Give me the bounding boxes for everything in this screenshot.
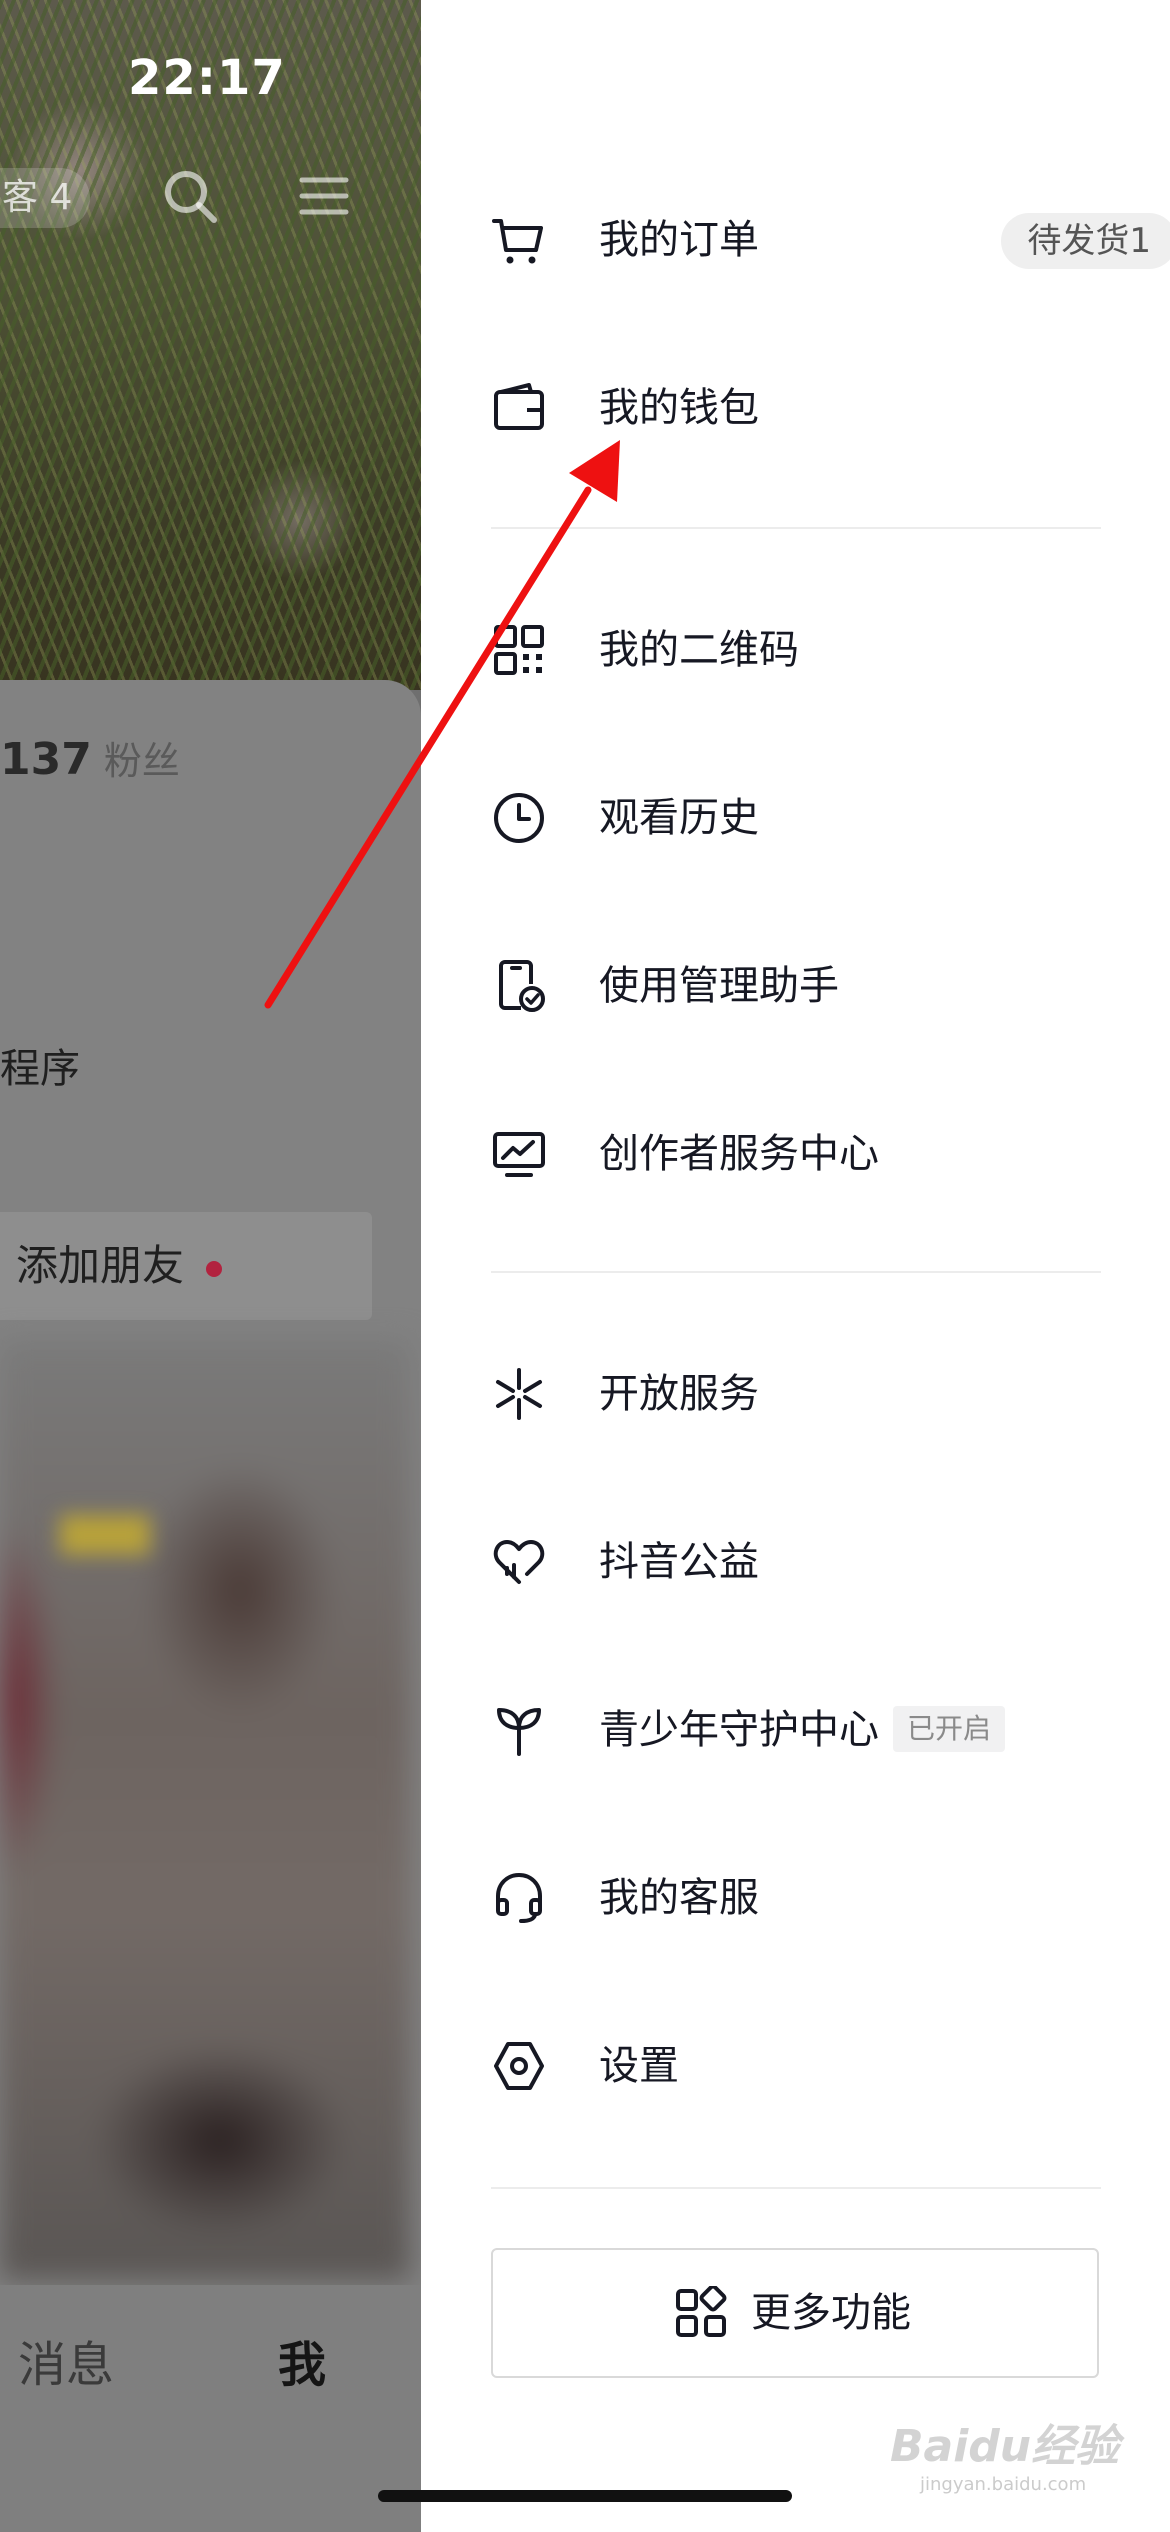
menu-item-watch-history[interactable]: 观看历史 bbox=[491, 768, 1111, 868]
grid-apps-icon bbox=[676, 2286, 727, 2337]
menu-item-label: 我的订单 bbox=[599, 217, 759, 263]
more-features-label: 更多功能 bbox=[751, 2290, 911, 2336]
section-divider bbox=[491, 2187, 1101, 2189]
tab-me[interactable]: 我 bbox=[278, 2325, 326, 2395]
menu-item-label: 使用管理助手 bbox=[599, 963, 839, 1009]
youth-protection-label: 青少年守护中心 bbox=[599, 1707, 879, 1753]
heart-icon bbox=[493, 1540, 545, 1584]
menu-item-label: 青少年守护中心 已开启 bbox=[599, 1680, 1006, 1780]
menu-item-label: 我的客服 bbox=[599, 1875, 759, 1921]
add-friend-label: 添加朋友 bbox=[16, 1241, 185, 1290]
status-bar-time: 22:17 bbox=[128, 50, 286, 106]
blurred-video-grid bbox=[0, 1340, 410, 2280]
menu-item-customer-service[interactable]: 我的客服 bbox=[491, 1848, 1111, 1948]
watermark-sub: jingyan.baidu.com bbox=[920, 2474, 1087, 2495]
menu-item-label: 我的二维码 bbox=[599, 627, 799, 673]
menu-item-label: 观看历史 bbox=[599, 795, 759, 841]
phone-check-icon bbox=[499, 960, 545, 1012]
blurred-thumbnail-accent bbox=[60, 1515, 150, 1555]
more-features-button[interactable]: 更多功能 bbox=[491, 2248, 1099, 2378]
menu-item-my-qrcode[interactable]: 我的二维码 bbox=[491, 600, 1111, 700]
menu-item-creator-center[interactable]: 创作者服务中心 bbox=[491, 1104, 1111, 1204]
enabled-badge: 已开启 bbox=[893, 1706, 1006, 1752]
menu-icon[interactable] bbox=[298, 170, 350, 222]
menu-item-my-wallet[interactable]: 我的钱包 bbox=[491, 358, 1111, 458]
notification-dot bbox=[206, 1260, 223, 1277]
pending-shipment-badge: 待发货1 bbox=[1001, 213, 1170, 269]
followers-count: 137 bbox=[0, 734, 92, 785]
monitor-chart-icon bbox=[493, 1132, 545, 1177]
watermark-text: Baidu经验 bbox=[890, 2421, 1120, 2472]
section-divider bbox=[491, 527, 1101, 529]
menu-item-open-services[interactable]: 开放服务 bbox=[491, 1344, 1111, 1444]
bottom-tab-bar bbox=[0, 2285, 421, 2532]
headset-icon bbox=[496, 1872, 542, 1923]
followers-stat[interactable]: 137 粉丝 bbox=[0, 730, 180, 785]
clock-icon bbox=[494, 793, 544, 843]
cart-icon bbox=[492, 219, 543, 264]
tab-messages[interactable]: 消息 bbox=[18, 2325, 114, 2395]
followers-label: 粉丝 bbox=[103, 739, 180, 783]
menu-item-my-orders[interactable]: 我的订单 待发货1 bbox=[491, 190, 1170, 290]
baidu-watermark: Baidu经验 jingyan.baidu.com bbox=[890, 2410, 1119, 2495]
add-friend-button[interactable]: 添加朋友 bbox=[0, 1212, 372, 1320]
section-divider bbox=[491, 1271, 1101, 1273]
menu-item-usage-manager[interactable]: 使用管理助手 bbox=[491, 936, 1111, 1036]
menu-item-label: 创作者服务中心 bbox=[599, 1131, 879, 1177]
sprout-icon bbox=[497, 1708, 541, 1756]
visitor-count-pill[interactable]: 客 4 bbox=[0, 168, 90, 228]
search-icon[interactable] bbox=[160, 166, 220, 226]
menu-item-douyin-charity[interactable]: 抖音公益 bbox=[491, 1512, 1111, 1612]
side-drawer-menu: 我的订单 待发货1 我的钱包 我的二维码 观看历史 使用管理助手 创作者服务中心… bbox=[421, 0, 1170, 2532]
home-indicator[interactable] bbox=[378, 2490, 792, 2502]
menu-item-label: 抖音公益 bbox=[599, 1539, 759, 1585]
hexagon-nut-icon bbox=[494, 2042, 544, 2090]
mini-program-entry[interactable]: 程序 bbox=[0, 1036, 80, 1094]
menu-item-label: 我的钱包 bbox=[599, 385, 759, 431]
spark-icon bbox=[496, 1368, 542, 1420]
menu-item-label: 开放服务 bbox=[599, 1371, 759, 1417]
background-profile-page: 22:17 客 4 137 粉丝 程序 添加朋友 消息 我 bbox=[0, 0, 421, 2532]
wallet-icon bbox=[494, 383, 544, 430]
menu-item-youth-protection[interactable]: 青少年守护中心 已开启 bbox=[491, 1680, 1111, 1780]
menu-item-label: 设置 bbox=[599, 2043, 679, 2089]
qrcode-icon bbox=[494, 625, 544, 675]
menu-item-settings[interactable]: 设置 bbox=[491, 2016, 1111, 2116]
